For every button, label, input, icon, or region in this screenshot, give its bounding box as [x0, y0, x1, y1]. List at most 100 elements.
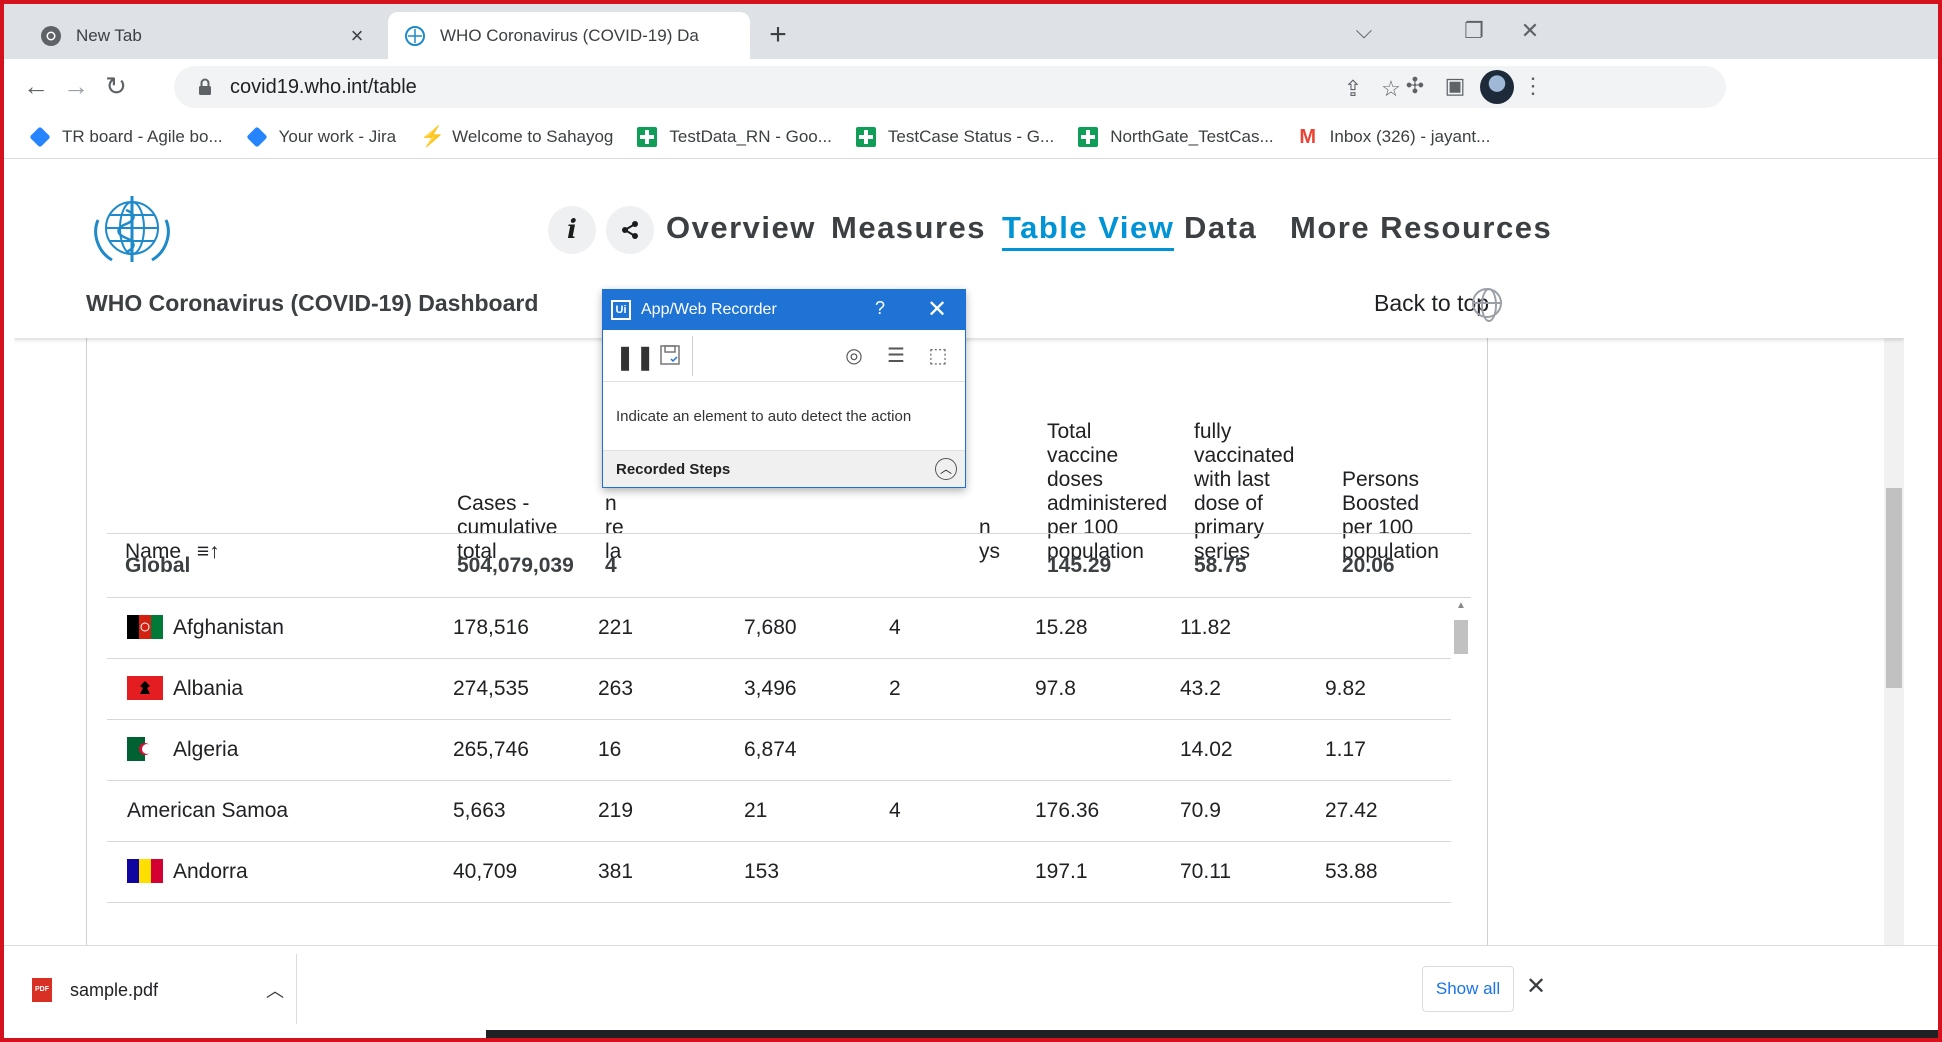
close-window-icon[interactable]: ✕ — [1510, 18, 1550, 44]
save-icon[interactable] — [657, 343, 683, 369]
cell-doses: 197.1 — [1035, 860, 1088, 883]
cell-col4: 21 — [744, 799, 768, 822]
cell-fully-vaccinated: 70.11 — [1180, 860, 1231, 883]
cell-col3: 381 — [598, 860, 634, 883]
bookmark-gmail-inbox[interactable]: M Inbox (326) - jayant... — [1298, 125, 1490, 148]
cell-doses: 15.28 — [1035, 616, 1088, 639]
share-nodes-icon — [622, 221, 638, 239]
tab-search-chevron-icon[interactable]: ⌵ — [1344, 18, 1384, 44]
bookmark-label: TestData_RN - Goo... — [669, 126, 832, 146]
tab-strip: New Tab × WHO Coronavirus (COVID-19) Da … — [4, 4, 1938, 59]
bookmark-tr-board[interactable]: TR board - Agile bo... — [29, 125, 223, 148]
bookmark-label: Your work - Jira — [278, 126, 397, 146]
cell-boosted: 1.17 — [1325, 738, 1366, 761]
page-scrollbar[interactable] — [1884, 338, 1904, 945]
target-detect-icon[interactable]: ◎ — [841, 343, 867, 369]
nav-data[interactable]: Data — [1184, 210, 1257, 246]
cell-col5: 2 — [889, 677, 901, 700]
recorder-hint: Indicate an element to auto detect the a… — [616, 408, 912, 425]
bookmark-northgate[interactable]: NorthGate_TestCas... — [1078, 126, 1274, 147]
checklist-icon[interactable]: ☰ — [883, 343, 909, 369]
profile-avatar[interactable] — [1480, 70, 1514, 104]
nav-more-resources[interactable]: More Resources — [1290, 210, 1552, 246]
country-name: Algeria — [173, 738, 239, 761]
who-logo[interactable] — [86, 190, 178, 272]
country-name: American Samoa — [127, 799, 289, 822]
sheets-icon — [1078, 126, 1099, 147]
toolbar-divider — [692, 336, 693, 376]
pdf-file-icon: PDF — [32, 978, 52, 1002]
afghanistan-flag-icon — [127, 615, 163, 639]
app-web-recorder-dialog: Ui App/Web Recorder ? ✕ ❚❚ ◎ ☰ ⬚ Indicat… — [602, 289, 966, 488]
scroll-up-icon[interactable]: ▲ — [1451, 600, 1471, 611]
cell-col3: 16 — [598, 738, 622, 761]
side-panel-icon[interactable]: ▣ — [1440, 73, 1470, 103]
bookmark-label: TestCase Status - G... — [887, 126, 1055, 146]
share-icon[interactable]: ⇪ — [1340, 76, 1366, 102]
table-row[interactable]: Albania 274,535 263 3,496 2 97.8 43.2 9.… — [107, 659, 1451, 720]
tab-title: WHO Coronavirus (COVID-19) Da — [440, 25, 699, 45]
nav-measures[interactable]: Measures — [831, 210, 986, 246]
global-doses: 145.29 — [1047, 554, 1112, 577]
download-item[interactable]: PDF sample.pdf ︿ — [18, 960, 296, 1020]
back-arrow-icon[interactable]: ← — [20, 71, 52, 103]
browser-toolbar: ← → ↻ covid19.who.int/table ⇪ ☆ ✣ ▣ ⋮ — [4, 59, 1938, 115]
table-scrollbar[interactable]: ▲ — [1451, 600, 1471, 870]
cell-boosted: 53.88 — [1325, 860, 1378, 883]
nav-overview[interactable]: Overview — [666, 210, 816, 246]
bookmark-sahayog[interactable]: ⚡ Welcome to Sahayog — [420, 127, 613, 147]
cell-doses: 97.8 — [1035, 677, 1076, 700]
chevron-up-icon[interactable]: ︿ — [266, 977, 284, 1003]
andorra-flag-icon — [127, 859, 163, 883]
cell-col4: 153 — [744, 860, 780, 883]
new-tab-button[interactable]: + — [762, 20, 794, 52]
header-line: fully — [1194, 420, 1232, 443]
global-row[interactable]: Global 504,079,039 4 145.29 58.75 20.06 — [107, 533, 1471, 598]
share-button[interactable] — [606, 206, 654, 254]
show-all-button[interactable]: Show all — [1422, 966, 1514, 1012]
forward-arrow-icon[interactable]: → — [60, 71, 92, 103]
bookmark-testdata[interactable]: TestData_RN - Goo... — [637, 126, 832, 147]
table-row[interactable]: American Samoa 5,663 219 21 4 176.36 70.… — [107, 781, 1451, 842]
cell-col4: 3,496 — [744, 677, 797, 700]
bookmark-testcase-status[interactable]: TestCase Status - G... — [855, 126, 1055, 147]
table-row[interactable]: Andorra 40,709 381 153 197.1 70.11 53.88 — [107, 842, 1451, 903]
tab-new-tab[interactable]: New Tab × — [24, 12, 384, 59]
recorder-titlebar[interactable]: Ui App/Web Recorder ? ✕ — [603, 290, 965, 330]
page-scroll-thumb[interactable] — [1886, 488, 1902, 688]
table-scroll-thumb[interactable] — [1454, 620, 1468, 654]
restore-window-icon[interactable]: ❐ — [1454, 18, 1494, 44]
table-row[interactable]: Afghanistan 178,516 221 7,680 4 15.28 11… — [107, 598, 1451, 659]
cell-cases: 5,663 — [453, 799, 506, 822]
extensions-puzzle-icon[interactable]: ✣ — [1400, 73, 1430, 103]
pause-icon[interactable]: ❚❚ — [615, 343, 655, 371]
country-name: Andorra — [173, 860, 248, 883]
nav-table-view[interactable]: Table View — [1002, 210, 1175, 251]
reload-icon[interactable]: ↻ — [100, 71, 132, 103]
header-line: administered — [1047, 492, 1168, 515]
info-button[interactable]: i — [548, 206, 596, 254]
globe-icon[interactable] — [1472, 288, 1502, 322]
bookmark-label: TR board - Agile bo... — [62, 126, 223, 146]
cell-col4: 7,680 — [744, 616, 797, 639]
table-row[interactable]: Algeria 265,746 16 6,874 14.02 1.17 — [107, 720, 1451, 781]
tab-who-dashboard[interactable]: WHO Coronavirus (COVID-19) Da — [388, 12, 750, 59]
lock-icon — [199, 78, 211, 95]
menu-kebab-icon[interactable]: ⋮ — [1518, 73, 1548, 103]
download-filename: sample.pdf — [70, 979, 159, 1000]
close-icon[interactable]: ✕ — [927, 295, 947, 324]
header-line: n — [605, 492, 617, 515]
cell-fully-vaccinated: 70.9 — [1180, 799, 1221, 822]
bookmark-jira-work[interactable]: Your work - Jira — [246, 125, 397, 148]
screen-capture-icon[interactable]: ⬚ — [925, 343, 951, 369]
chevron-up-icon[interactable]: ︿ — [935, 458, 957, 480]
algeria-flag-icon — [127, 737, 163, 761]
country-name: Albania — [173, 677, 244, 700]
help-button[interactable]: ? — [875, 298, 885, 319]
recorded-steps-panel[interactable]: Recorded Steps ︿ — [603, 450, 965, 487]
global-name: Global — [125, 554, 191, 577]
gmail-icon: M — [1299, 125, 1316, 148]
close-icon[interactable]: ✕ — [1526, 972, 1546, 1001]
close-icon[interactable]: × — [346, 23, 368, 49]
albania-flag-icon — [127, 676, 163, 700]
